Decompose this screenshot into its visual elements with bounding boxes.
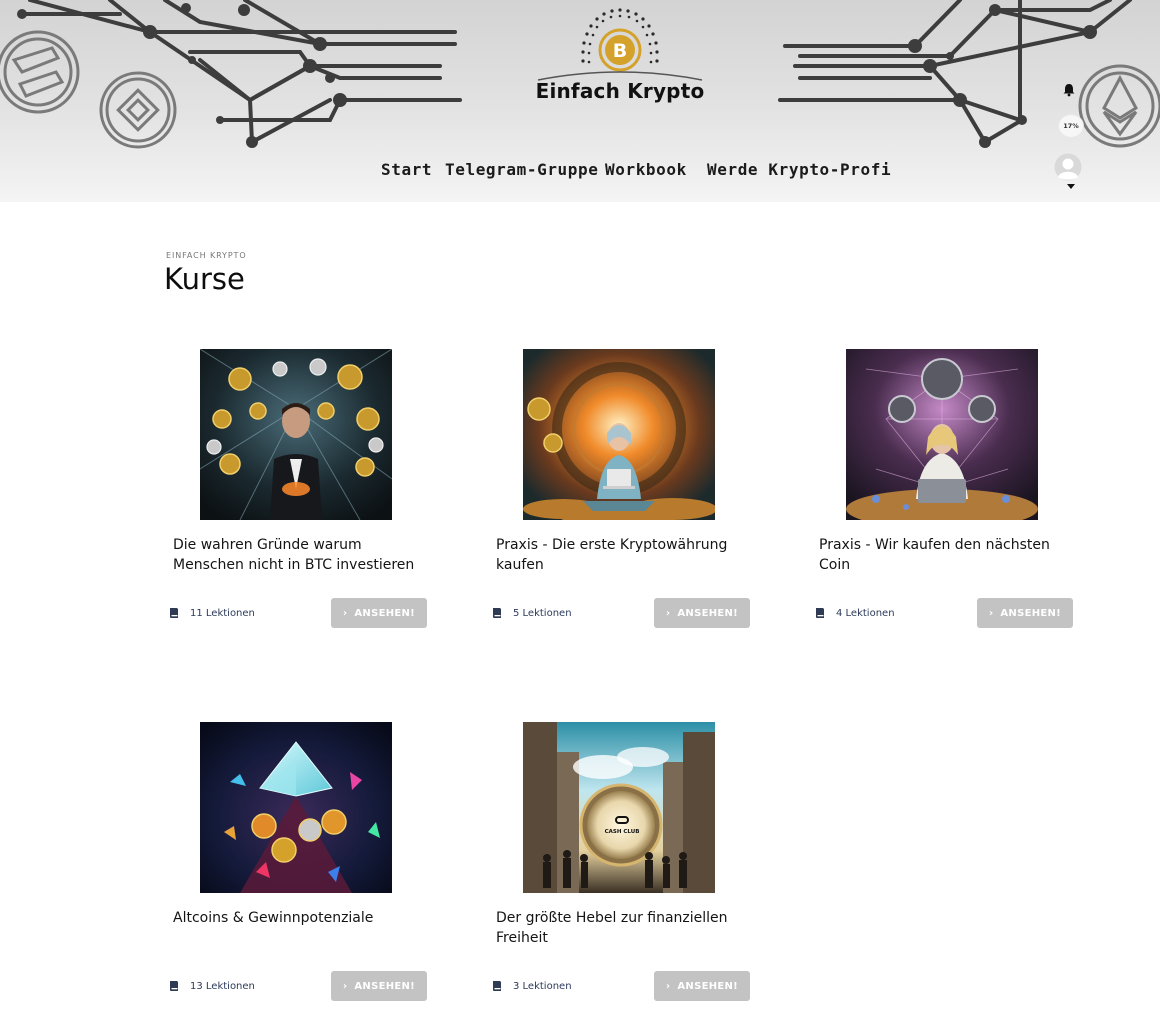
- book-icon: [493, 608, 501, 618]
- page-title: Kurse: [164, 262, 245, 296]
- nav-workbook[interactable]: Workbook: [605, 160, 687, 179]
- course-thumbnail[interactable]: [200, 349, 392, 520]
- course-card: Praxis - Die erste Kryptowährung kaufen …: [488, 349, 750, 629]
- course-title[interactable]: Praxis - Wir kaufen den nächsten Coin: [819, 535, 1075, 575]
- site-title[interactable]: Einfach Krypto: [530, 79, 710, 103]
- breadcrumb: EINFACH KRYPTO: [166, 251, 247, 260]
- course-title[interactable]: Praxis - Die erste Kryptowährung kaufen: [496, 535, 752, 575]
- watch-course-button[interactable]: › ANSEHEN!: [654, 598, 750, 628]
- course-card: Praxis - Wir kaufen den nächsten Coin 4 …: [811, 349, 1073, 629]
- lessons-label: 3 Lektionen: [513, 980, 572, 992]
- chevron-down-icon[interactable]: [1067, 184, 1075, 190]
- nav-werde-krypto-profi[interactable]: Werde Krypto-Profi: [707, 160, 891, 179]
- watch-course-button[interactable]: › ANSEHEN!: [331, 971, 427, 1001]
- course-title[interactable]: Die wahren Gründe warum Menschen nicht i…: [173, 535, 429, 575]
- watch-button-label: ANSEHEN!: [677, 607, 739, 619]
- chevron-right-icon: ›: [665, 980, 671, 992]
- book-icon: [493, 981, 501, 991]
- lessons-label: 13 Lektionen: [190, 980, 255, 992]
- watch-button-label: ANSEHEN!: [1000, 607, 1062, 619]
- course-thumbnail[interactable]: CASH CLUB: [523, 722, 715, 893]
- book-icon: [170, 608, 178, 618]
- lessons-count: 5 Lektionen: [492, 605, 572, 621]
- course-card: CASH CLUB Der größte Hebel zur finanziel…: [488, 722, 750, 1002]
- nav-telegram-gruppe[interactable]: Telegram-Gruppe: [445, 160, 599, 179]
- nav-start[interactable]: Start: [381, 160, 432, 179]
- course-thumbnail[interactable]: [200, 722, 392, 893]
- watch-course-button[interactable]: › ANSEHEN!: [331, 598, 427, 628]
- bell-icon[interactable]: [1062, 83, 1076, 97]
- course-title[interactable]: Altcoins & Gewinnpotenziale: [173, 908, 429, 928]
- site-header: B Einfach Krypto Start Telegram-Gruppe W…: [0, 0, 1160, 202]
- user-avatar[interactable]: [1054, 153, 1082, 181]
- chevron-right-icon: ›: [342, 607, 348, 619]
- watch-button-label: ANSEHEN!: [354, 980, 416, 992]
- watch-course-button[interactable]: › ANSEHEN!: [977, 598, 1073, 628]
- lessons-label: 4 Lektionen: [836, 607, 895, 619]
- lessons-count: 11 Lektionen: [169, 605, 255, 621]
- lessons-label: 5 Lektionen: [513, 607, 572, 619]
- book-icon: [816, 608, 824, 618]
- thumbnail-badge-text: CASH CLUB: [605, 829, 640, 835]
- watch-button-label: ANSEHEN!: [354, 607, 416, 619]
- course-progress-badge: 17%: [1058, 114, 1084, 138]
- lessons-count: 4 Lektionen: [815, 605, 895, 621]
- course-card: Die wahren Gründe warum Menschen nicht i…: [165, 349, 427, 629]
- svg-text:B: B: [613, 40, 627, 62]
- main-navigation: Start Telegram-Gruppe Workbook Werde Kry…: [0, 160, 1160, 186]
- course-card: Altcoins & Gewinnpotenziale 13 Lektionen…: [165, 722, 427, 1002]
- course-thumbnail[interactable]: [846, 349, 1038, 520]
- chevron-right-icon: ›: [988, 607, 994, 619]
- lessons-label: 11 Lektionen: [190, 607, 255, 619]
- chevron-right-icon: ›: [665, 607, 671, 619]
- lessons-count: 13 Lektionen: [169, 978, 255, 994]
- course-title[interactable]: Der größte Hebel zur finanziellen Freihe…: [496, 908, 752, 948]
- book-icon: [170, 981, 178, 991]
- course-thumbnail[interactable]: [523, 349, 715, 520]
- lessons-count: 3 Lektionen: [492, 978, 572, 994]
- chevron-right-icon: ›: [342, 980, 348, 992]
- watch-button-label: ANSEHEN!: [677, 980, 739, 992]
- watch-course-button[interactable]: › ANSEHEN!: [654, 971, 750, 1001]
